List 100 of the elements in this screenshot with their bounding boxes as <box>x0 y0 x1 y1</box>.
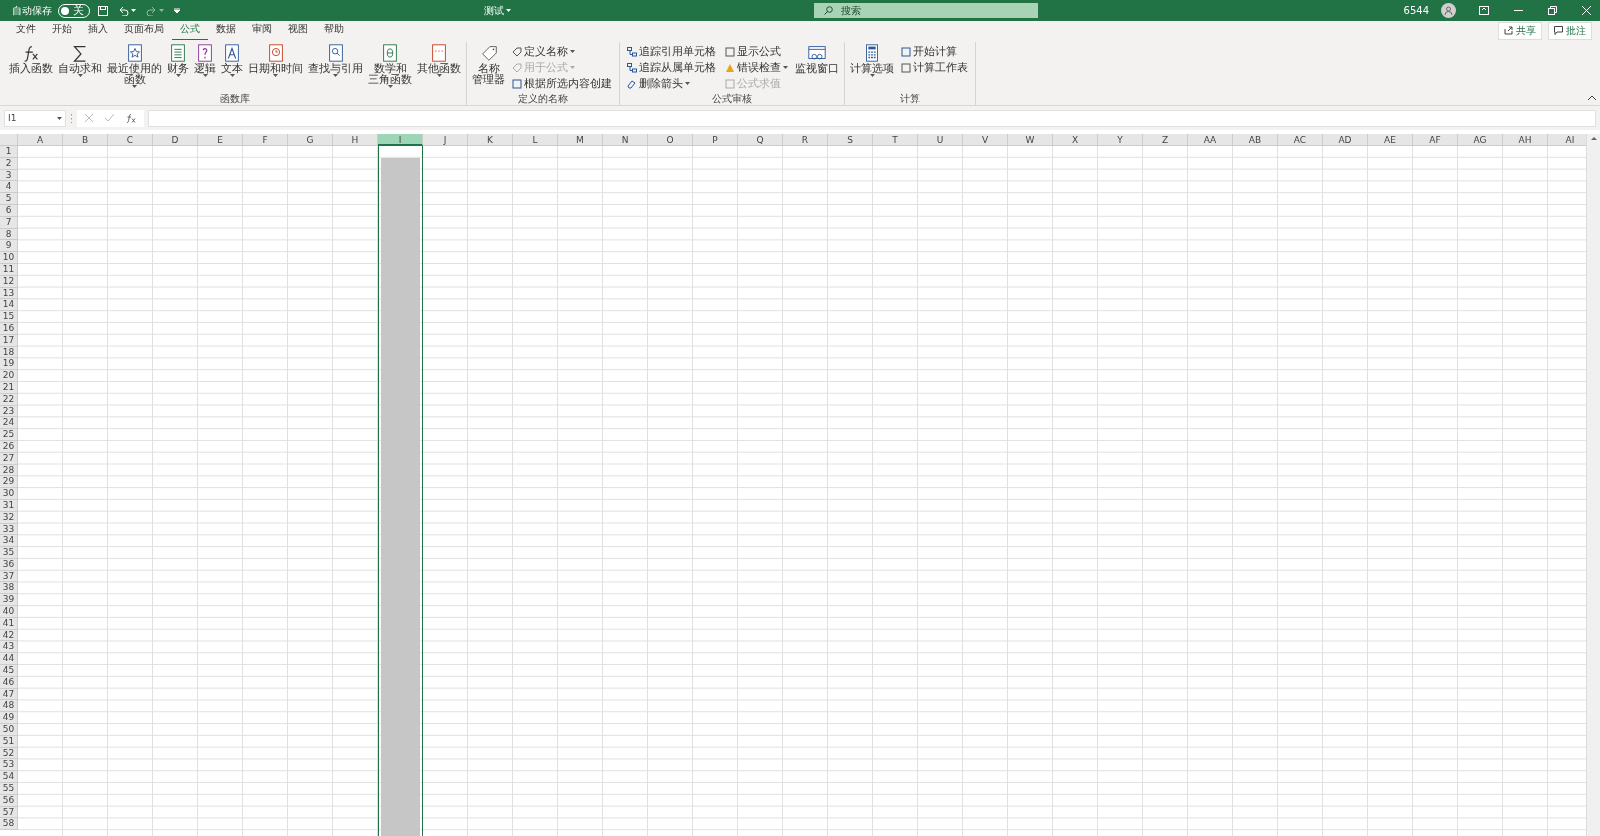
ribbon-button[interactable]: 计算选项 <box>848 42 896 78</box>
ribbon-tab[interactable]: 审阅 <box>244 20 280 41</box>
redo-button[interactable] <box>144 5 166 16</box>
name-box[interactable]: I1 <box>4 109 66 127</box>
minimize-icon[interactable] <box>1513 10 1523 11</box>
ribbon-tab[interactable]: 视图 <box>280 20 316 41</box>
column-header[interactable]: AD <box>1323 134 1368 146</box>
row-header[interactable]: 20 <box>0 370 18 382</box>
ribbon-tab[interactable]: 帮助 <box>316 20 352 41</box>
check-icon[interactable] <box>105 114 114 122</box>
column-header[interactable]: C <box>108 134 153 146</box>
ribbon-button[interactable]: 其他函数 <box>415 42 463 78</box>
row-header[interactable]: 35 <box>0 547 18 559</box>
ribbon-small-button[interactable]: 显示公式 <box>723 44 790 59</box>
column-header[interactable]: Q <box>738 134 783 146</box>
row-header[interactable]: 30 <box>0 488 18 500</box>
row-header[interactable]: 25 <box>0 429 18 441</box>
ribbon-tab[interactable]: 开始 <box>44 20 80 41</box>
row-header[interactable]: 14 <box>0 299 18 312</box>
ribbon-button[interactable]: 自动求和 <box>56 42 104 78</box>
row-header[interactable]: 49 <box>0 712 18 725</box>
column-header[interactable]: AH <box>1503 134 1548 146</box>
column-header[interactable]: R <box>783 134 828 146</box>
column-header[interactable]: D <box>153 134 198 146</box>
avatar-icon[interactable] <box>1441 3 1456 18</box>
column-header[interactable]: W <box>1008 134 1053 146</box>
column-header[interactable]: A <box>18 134 63 146</box>
cell-grid[interactable] <box>18 146 1586 836</box>
ribbon-small-button[interactable]: 定义名称 <box>510 44 614 59</box>
row-header[interactable]: 40 <box>0 606 18 618</box>
ribbon-button[interactable]: 文本 <box>219 42 245 78</box>
insert-function-icon[interactable] <box>126 113 136 123</box>
ribbon-display-icon[interactable] <box>1479 6 1489 15</box>
column-header[interactable]: E <box>198 134 243 146</box>
vertical-scrollbar[interactable] <box>1586 134 1600 836</box>
row-header[interactable]: 45 <box>0 665 18 677</box>
column-header[interactable]: AI <box>1548 134 1586 146</box>
restore-icon[interactable] <box>1547 6 1557 15</box>
ribbon-button[interactable]: 逻辑 <box>192 42 218 78</box>
column-header[interactable]: AE <box>1368 134 1413 146</box>
ribbon-button[interactable]: 最近使用的 函数 <box>105 42 164 89</box>
row-header[interactable]: 29 <box>0 476 18 489</box>
ribbon-small-button[interactable]: 追踪引用单元格 <box>625 44 718 59</box>
close-icon[interactable] <box>1581 6 1591 15</box>
column-header[interactable]: G <box>288 134 333 146</box>
ribbon-small-button[interactable]: 开始计算 <box>899 44 970 59</box>
column-header[interactable]: N <box>603 134 648 146</box>
scroll-up-icon[interactable] <box>1590 136 1597 140</box>
column-header[interactable]: X <box>1053 134 1098 146</box>
save-icon[interactable] <box>96 5 110 16</box>
column-header[interactable]: L <box>513 134 558 146</box>
customize-toolbar-button[interactable] <box>172 7 182 14</box>
row-header[interactable]: 50 <box>0 724 18 736</box>
row-header[interactable]: 24 <box>0 417 18 430</box>
ribbon-small-button[interactable]: 根据所选内容创建 <box>510 76 614 91</box>
row-header[interactable]: 19 <box>0 358 18 371</box>
ribbon-button[interactable]: 名称 管理器 <box>470 42 507 86</box>
ribbon-button[interactable]: 数学和 三角函数 <box>366 42 414 89</box>
column-header[interactable]: I <box>378 134 423 146</box>
ribbon-button[interactable]: 日期和时间 <box>246 42 305 78</box>
search-field[interactable]: 搜索 <box>813 3 1038 18</box>
ribbon-button[interactable]: 查找与引用 <box>306 42 365 78</box>
ribbon-small-button[interactable]: 追踪从属单元格 <box>625 60 718 75</box>
row-header[interactable]: 48 <box>0 700 18 713</box>
column-header[interactable]: U <box>918 134 963 146</box>
ribbon-small-button[interactable]: 计算工作表 <box>899 60 970 75</box>
column-header[interactable]: Z <box>1143 134 1188 146</box>
column-header[interactable]: J <box>423 134 468 146</box>
row-header[interactable]: 54 <box>0 771 18 784</box>
column-header[interactable]: F <box>243 134 288 146</box>
ribbon-button[interactable]: 监视窗口 <box>793 42 841 75</box>
row-header[interactable]: 1 <box>0 146 18 158</box>
row-header[interactable]: 55 <box>0 783 18 795</box>
row-header[interactable]: 58 <box>0 818 18 831</box>
share-button[interactable]: 共享 <box>1498 21 1542 40</box>
column-header[interactable]: T <box>873 134 918 146</box>
ribbon-tab[interactable]: 插入 <box>80 20 116 41</box>
row-header[interactable]: 4 <box>0 181 18 194</box>
ribbon-tab[interactable]: 页面布局 <box>116 20 172 41</box>
column-header[interactable]: S <box>828 134 873 146</box>
column-header[interactable]: AF <box>1413 134 1458 146</box>
row-header[interactable]: 53 <box>0 759 18 772</box>
row-header[interactable]: 34 <box>0 535 18 548</box>
column-header[interactable]: M <box>558 134 603 146</box>
comments-button[interactable]: 批注 <box>1548 21 1592 40</box>
column-header[interactable]: AC <box>1278 134 1323 146</box>
document-title[interactable]: 测试 <box>482 3 514 18</box>
formula-input[interactable] <box>148 109 1596 127</box>
column-header[interactable]: B <box>63 134 108 146</box>
row-header[interactable]: 10 <box>0 252 18 264</box>
row-header[interactable]: 5 <box>0 193 18 205</box>
column-header[interactable]: H <box>333 134 378 146</box>
column-header[interactable]: AG <box>1458 134 1503 146</box>
row-header[interactable]: 15 <box>0 311 18 323</box>
ribbon-button[interactable]: 插入函数 <box>7 42 55 75</box>
column-header[interactable]: AB <box>1233 134 1278 146</box>
ribbon-small-button[interactable]: 删除箭头 <box>625 76 718 91</box>
row-header[interactable]: 39 <box>0 594 18 607</box>
column-header[interactable]: AA <box>1188 134 1233 146</box>
ribbon-tab[interactable]: 文件 <box>8 20 44 41</box>
